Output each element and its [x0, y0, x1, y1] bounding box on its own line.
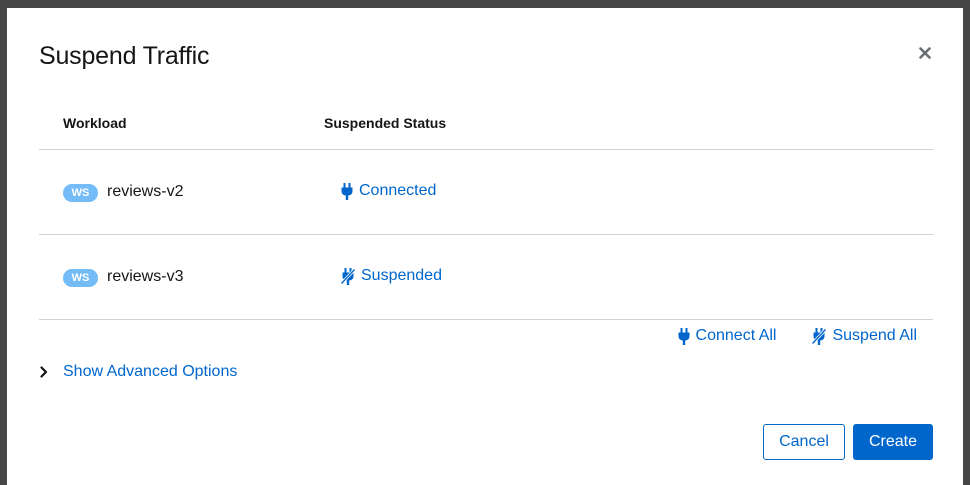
- connect-all-label: Connect All: [695, 327, 777, 344]
- table-header: Workload Suspended Status: [39, 104, 933, 150]
- show-advanced-options-label: Show Advanced Options: [63, 363, 238, 380]
- plug-connected-icon: [678, 327, 690, 345]
- modal-footer: Cancel Create: [763, 424, 933, 460]
- status-label: Connected: [359, 182, 437, 199]
- status-label: Suspended: [361, 267, 442, 284]
- connect-all-button[interactable]: Connect All: [678, 327, 777, 345]
- workload-name: reviews-v2: [107, 183, 184, 200]
- suspend-all-label: Suspend All: [832, 327, 917, 344]
- suspend-traffic-modal: Suspend Traffic Workload Suspended Statu…: [7, 8, 963, 485]
- cancel-button[interactable]: Cancel: [763, 424, 845, 460]
- workload-name: reviews-v3: [107, 268, 184, 285]
- modal-title: Suspend Traffic: [39, 42, 210, 70]
- column-header-suspended-status: Suspended Status: [324, 115, 447, 131]
- workload-type-badge: WS: [63, 184, 98, 202]
- suspend-all-button[interactable]: Suspend All: [812, 327, 917, 345]
- chevron-right-icon: [40, 366, 48, 378]
- bulk-actions: Connect All Suspend All: [678, 327, 917, 345]
- plug-disconnected-icon: [341, 267, 355, 285]
- workload-type-badge: WS: [63, 269, 98, 287]
- close-icon: [919, 47, 931, 59]
- workload-table: Workload Suspended Status WS reviews-v2 …: [39, 104, 933, 320]
- plug-disconnected-icon: [812, 327, 827, 345]
- table-row: WS reviews-v2 Connected: [39, 150, 933, 235]
- show-advanced-options-toggle[interactable]: Show Advanced Options: [39, 363, 237, 381]
- column-header-workload: Workload: [63, 115, 127, 131]
- close-button[interactable]: [915, 43, 935, 63]
- create-button[interactable]: Create: [853, 424, 933, 460]
- status-toggle-suspended[interactable]: Suspended: [341, 267, 442, 285]
- table-row: WS reviews-v3 Suspended: [39, 235, 933, 320]
- status-toggle-connected[interactable]: Connected: [341, 182, 436, 200]
- plug-connected-icon: [341, 182, 353, 200]
